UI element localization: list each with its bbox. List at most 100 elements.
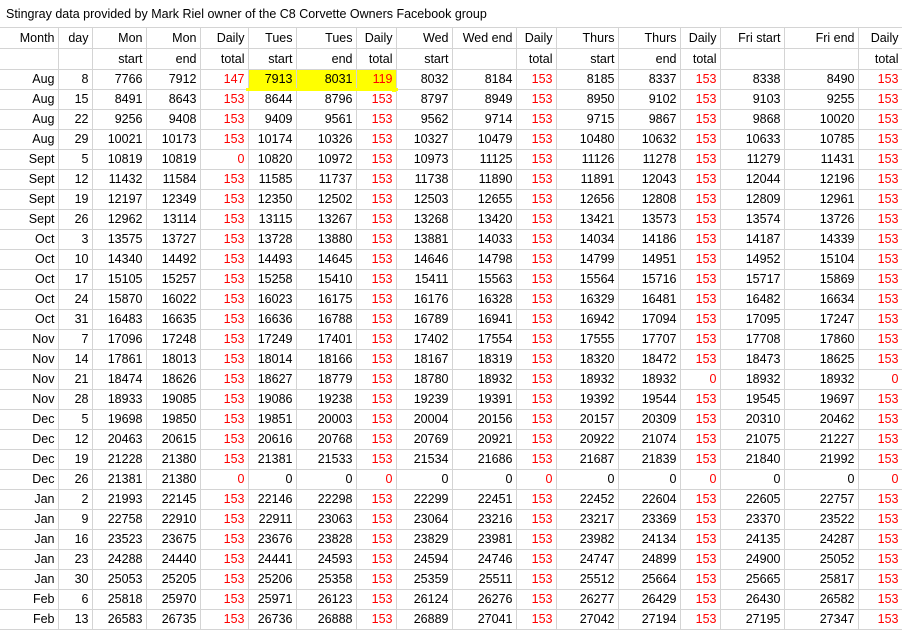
- table-cell[interactable]: 27195: [720, 609, 785, 630]
- table-cell[interactable]: 23: [58, 549, 93, 570]
- table-cell[interactable]: 14340: [92, 249, 147, 270]
- table-cell[interactable]: Aug: [0, 109, 59, 130]
- table-cell[interactable]: 153: [356, 549, 397, 570]
- table-cell[interactable]: 11432: [92, 169, 147, 190]
- table-cell[interactable]: 8185: [556, 69, 619, 90]
- table-cell[interactable]: 21839: [618, 449, 681, 470]
- table-cell[interactable]: 153: [516, 169, 557, 190]
- table-cell[interactable]: 15717: [720, 269, 785, 290]
- table-cell[interactable]: 18932: [720, 369, 785, 390]
- table-cell[interactable]: 10819: [92, 149, 147, 170]
- table-cell[interactable]: 0: [858, 369, 902, 390]
- table-cell[interactable]: Daily: [356, 28, 397, 49]
- table-cell[interactable]: Dec: [0, 449, 59, 470]
- table-cell[interactable]: 14951: [618, 249, 681, 270]
- table-cell[interactable]: Sept: [0, 149, 59, 170]
- table-cell[interactable]: 22145: [146, 489, 201, 510]
- table-cell[interactable]: 26276: [452, 589, 517, 610]
- table-cell[interactable]: 24441: [248, 549, 297, 570]
- table-cell[interactable]: 12961: [784, 189, 859, 210]
- table-cell[interactable]: 14493: [248, 249, 297, 270]
- table-cell[interactable]: 153: [516, 429, 557, 450]
- table-cell[interactable]: 15564: [556, 269, 619, 290]
- table-cell[interactable]: 12350: [248, 189, 297, 210]
- table-cell[interactable]: 153: [516, 529, 557, 550]
- table-cell[interactable]: 11279: [720, 149, 785, 170]
- table-cell[interactable]: 12: [58, 429, 93, 450]
- table-cell[interactable]: 153: [356, 209, 397, 230]
- table-cell[interactable]: 25205: [146, 569, 201, 590]
- table-cell[interactable]: 153: [516, 229, 557, 250]
- table-cell[interactable]: 8796: [296, 89, 357, 110]
- table-cell[interactable]: 18473: [720, 349, 785, 370]
- table-cell[interactable]: start: [396, 48, 453, 70]
- table-cell[interactable]: Dec: [0, 409, 59, 430]
- table-cell[interactable]: 18474: [92, 369, 147, 390]
- table-cell[interactable]: 153: [680, 609, 721, 630]
- table-cell[interactable]: 19545: [720, 389, 785, 410]
- table-cell[interactable]: 11738: [396, 169, 453, 190]
- table-cell[interactable]: 0: [296, 469, 357, 490]
- table-cell[interactable]: 11125: [452, 149, 517, 170]
- table-cell[interactable]: 21380: [146, 469, 201, 490]
- table-cell[interactable]: end: [296, 48, 357, 70]
- table-cell[interactable]: 26888: [296, 609, 357, 630]
- table-cell[interactable]: 19086: [248, 389, 297, 410]
- table-cell[interactable]: 15258: [248, 269, 297, 290]
- table-cell[interactable]: 153: [680, 69, 721, 90]
- table-cell[interactable]: total: [858, 48, 902, 70]
- table-cell[interactable]: 24440: [146, 549, 201, 570]
- table-cell[interactable]: 0: [556, 469, 619, 490]
- table-cell[interactable]: 153: [516, 389, 557, 410]
- table-cell[interactable]: 153: [200, 529, 249, 550]
- table-cell[interactable]: 15105: [92, 269, 147, 290]
- table-cell[interactable]: 153: [680, 209, 721, 230]
- table-cell[interactable]: 10633: [720, 129, 785, 150]
- table-cell[interactable]: 24747: [556, 549, 619, 570]
- table-cell[interactable]: 153: [200, 249, 249, 270]
- table-cell[interactable]: 17248: [146, 329, 201, 350]
- table-cell[interactable]: 31: [58, 309, 93, 330]
- table-cell[interactable]: 153: [516, 129, 557, 150]
- table-cell[interactable]: 9868: [720, 109, 785, 130]
- table-cell[interactable]: 153: [516, 409, 557, 430]
- table-cell[interactable]: 153: [356, 529, 397, 550]
- table-cell[interactable]: 153: [200, 489, 249, 510]
- table-cell[interactable]: 153: [200, 429, 249, 450]
- table-cell[interactable]: 24135: [720, 529, 785, 550]
- table-cell[interactable]: 153: [858, 329, 902, 350]
- table-cell[interactable]: 10174: [248, 129, 297, 150]
- table-cell[interactable]: 14187: [720, 229, 785, 250]
- table-cell[interactable]: 153: [680, 169, 721, 190]
- table-cell[interactable]: 25971: [248, 589, 297, 610]
- table-cell[interactable]: end: [618, 48, 681, 70]
- table-cell[interactable]: 13575: [92, 229, 147, 250]
- table-cell[interactable]: 20156: [452, 409, 517, 430]
- table-cell[interactable]: 153: [516, 289, 557, 310]
- table-cell[interactable]: 153: [680, 149, 721, 170]
- table-cell[interactable]: 16635: [146, 309, 201, 330]
- table-cell[interactable]: 26: [58, 209, 93, 230]
- table-cell[interactable]: start: [248, 48, 297, 70]
- table-cell[interactable]: 14: [58, 349, 93, 370]
- table-cell[interactable]: 153: [858, 189, 902, 210]
- table-cell[interactable]: 0: [720, 469, 785, 490]
- table-cell[interactable]: 25664: [618, 569, 681, 590]
- table-cell[interactable]: 8797: [396, 89, 453, 110]
- table-cell[interactable]: 153: [516, 369, 557, 390]
- table-cell[interactable]: Nov: [0, 369, 59, 390]
- table-cell[interactable]: 153: [516, 509, 557, 530]
- table-cell[interactable]: 27194: [618, 609, 681, 630]
- table-cell[interactable]: 0: [858, 469, 902, 490]
- table-cell[interactable]: 22605: [720, 489, 785, 510]
- table-cell[interactable]: 153: [516, 109, 557, 130]
- table-cell[interactable]: Tues: [296, 28, 357, 49]
- table-cell[interactable]: 19391: [452, 389, 517, 410]
- table-cell[interactable]: 153: [680, 129, 721, 150]
- table-cell[interactable]: [784, 48, 859, 70]
- table-cell[interactable]: 19085: [146, 389, 201, 410]
- table-cell[interactable]: 21380: [146, 449, 201, 470]
- table-cell[interactable]: Fri end: [784, 28, 859, 49]
- table-cell[interactable]: 19: [58, 189, 93, 210]
- table-cell[interactable]: day: [58, 28, 93, 49]
